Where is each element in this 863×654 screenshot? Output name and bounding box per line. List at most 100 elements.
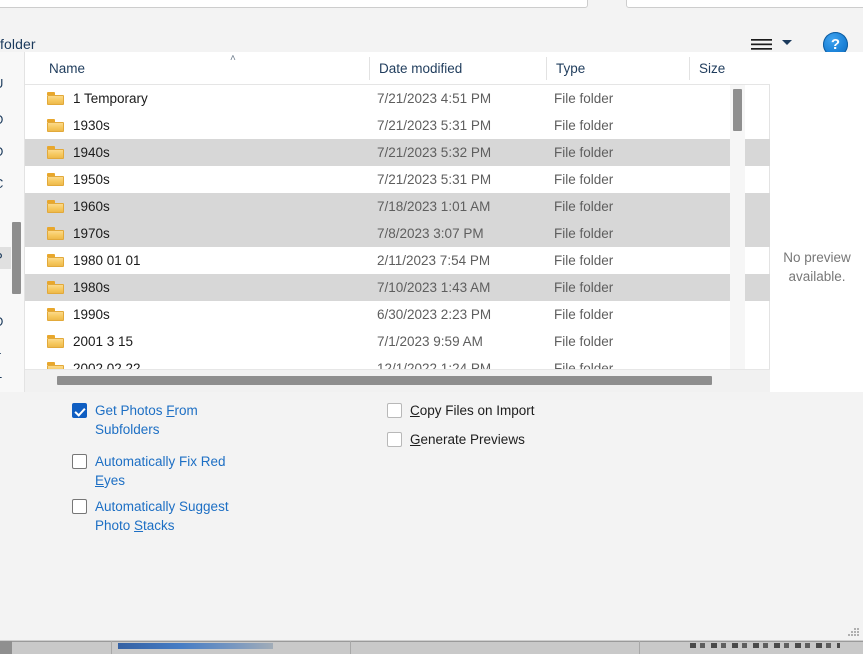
cell-name: 2001 3 15 (73, 334, 134, 349)
nav-item-glyph[interactable]: L (0, 342, 1, 357)
folder-icon (47, 281, 64, 294)
resize-grip-dot (851, 634, 853, 636)
resize-grip-dot (854, 634, 856, 636)
cell-date-modified: 7/21/2023 4:51 PM (377, 91, 492, 106)
nav-item-glyph[interactable]: D (0, 112, 3, 127)
checkbox-label: Automatically Suggest Photo Stacks (95, 499, 229, 533)
table-row[interactable]: 1990s 6/30/2023 2:23 PM File folder (25, 301, 770, 328)
option-auto-suggest-photo-stacks[interactable]: Automatically Suggest Photo Stacks (72, 497, 251, 535)
option-generate-previews[interactable]: Generate Previews (387, 430, 525, 449)
column-header-name[interactable]: Name (39, 52, 369, 85)
nav-item-glyph[interactable]: D (0, 144, 3, 159)
checkbox-label: Generate Previews (410, 432, 525, 447)
cell-name: 1930s (73, 118, 110, 133)
resize-grip-dot (857, 628, 859, 630)
column-header-row: Name ˄ Date modified Type Size (25, 52, 770, 85)
table-row[interactable]: 2001 3 15 7/1/2023 9:59 AM File folder (25, 328, 770, 355)
resize-grip-dot (854, 628, 856, 630)
column-header-date-modified[interactable]: Date modified (369, 52, 546, 85)
horizontal-scrollbar-thumb[interactable] (57, 376, 712, 385)
nav-scrollbar-thumb[interactable] (12, 222, 21, 294)
checkbox[interactable] (72, 403, 87, 418)
table-row[interactable]: 1960s 7/18/2023 1:01 AM File folder (25, 193, 770, 220)
cell-date-modified: 12/1/2022 1:24 PM (377, 361, 492, 369)
cell-name: 1990s (73, 307, 110, 322)
table-row[interactable]: 1950s 7/21/2023 5:31 PM File folder (25, 166, 770, 193)
nav-item-glyph[interactable]: U (0, 76, 3, 91)
option-auto-fix-red-eyes[interactable]: Automatically Fix Red Eyes (72, 452, 251, 490)
checkbox[interactable] (72, 499, 87, 514)
folder-icon (47, 92, 64, 105)
navigation-pane[interactable]: U D D C r P D L T (0, 52, 25, 392)
cell-type: File folder (554, 253, 614, 268)
background-app-divider (111, 641, 112, 654)
resize-grip-dot (857, 634, 859, 636)
background-app-divider (639, 641, 640, 654)
table-row[interactable]: 1 Temporary 7/21/2023 4:51 PM File folder (25, 85, 770, 112)
folder-icon (47, 200, 64, 213)
preview-pane: No preview available. (771, 52, 863, 392)
cell-type: File folder (554, 280, 614, 295)
table-row[interactable]: 1980 01 01 2/11/2023 7:54 PM File folder (25, 247, 770, 274)
cell-type: File folder (554, 172, 614, 187)
nav-item-glyph[interactable]: T (0, 374, 2, 389)
dialog-footer: e name: ⌄ Media Files (photos, video, au… (0, 548, 863, 640)
new-folder-button[interactable]: folder (0, 36, 36, 52)
checkbox-label: Copy Files on Import (410, 403, 535, 418)
cell-date-modified: 7/21/2023 5:32 PM (377, 145, 492, 160)
cell-date-modified: 7/8/2023 3:07 PM (377, 226, 484, 241)
dialog-top-strip (0, 0, 863, 12)
table-row[interactable]: 1940s 7/21/2023 5:32 PM File folder (25, 139, 770, 166)
cell-type: File folder (554, 91, 614, 106)
sort-ascending-icon: ˄ (230, 53, 236, 64)
address-bar[interactable] (0, 0, 588, 8)
resize-grip-dot (851, 631, 853, 633)
column-header-type[interactable]: Type (546, 52, 689, 85)
folder-icon (47, 362, 64, 369)
table-row[interactable]: 2002 02 22 12/1/2022 1:24 PM File folder (25, 355, 770, 369)
column-header-size[interactable]: Size (689, 52, 755, 85)
resize-grip[interactable] (848, 628, 859, 639)
nav-item-glyph[interactable]: D (0, 314, 3, 329)
checkbox[interactable] (72, 454, 87, 469)
cell-name: 2002 02 22 (73, 361, 141, 369)
table-row[interactable]: 1930s 7/21/2023 5:31 PM File folder (25, 112, 770, 139)
checkbox[interactable] (387, 432, 402, 447)
vertical-scrollbar-thumb[interactable] (733, 89, 742, 131)
cell-name: 1950s (73, 172, 110, 187)
cell-date-modified: 7/1/2023 9:59 AM (377, 334, 483, 349)
cell-date-modified: 7/10/2023 1:43 AM (377, 280, 491, 295)
checkbox[interactable] (387, 403, 402, 418)
cell-type: File folder (554, 307, 614, 322)
cell-date-modified: 6/30/2023 2:23 PM (377, 307, 492, 322)
cell-type: File folder (554, 226, 614, 241)
resize-grip-dot (857, 631, 859, 633)
folder-icon (47, 119, 64, 132)
cell-name: 1940s (73, 145, 110, 160)
checkbox-label: Get Photos From Subfolders (95, 403, 198, 437)
cell-date-modified: 7/21/2023 5:31 PM (377, 118, 492, 133)
chevron-down-icon[interactable] (782, 40, 792, 45)
cell-date-modified: 7/18/2023 1:01 AM (377, 199, 491, 214)
preview-message: No preview available. (783, 250, 851, 284)
cell-type: File folder (554, 334, 614, 349)
background-app-content (118, 643, 273, 649)
cell-date-modified: 7/21/2023 5:31 PM (377, 172, 492, 187)
nav-item-glyph[interactable]: P (0, 250, 3, 265)
option-get-photos-from-subfolders[interactable]: Get Photos From Subfolders (72, 401, 251, 439)
cell-name: 1980s (73, 280, 110, 295)
folder-icon (47, 254, 64, 267)
file-rows-container: 1 Temporary 7/21/2023 4:51 PM File folder 1… (25, 85, 770, 369)
cell-name: 1 Temporary (73, 91, 148, 106)
option-copy-files-on-import[interactable]: Copy Files on Import (387, 401, 535, 420)
cell-date-modified: 2/11/2023 7:54 PM (377, 253, 491, 268)
cell-type: File folder (554, 145, 614, 160)
table-row[interactable]: 1980s 7/10/2023 1:43 AM File folder (25, 274, 770, 301)
cell-name: 1970s (73, 226, 110, 241)
search-box[interactable] (626, 0, 863, 8)
cell-type: File folder (554, 361, 614, 369)
table-row[interactable]: 1970s 7/8/2023 3:07 PM File folder (25, 220, 770, 247)
nav-item-glyph[interactable]: C (0, 176, 3, 191)
folder-icon (47, 146, 64, 159)
folder-icon (47, 335, 64, 348)
